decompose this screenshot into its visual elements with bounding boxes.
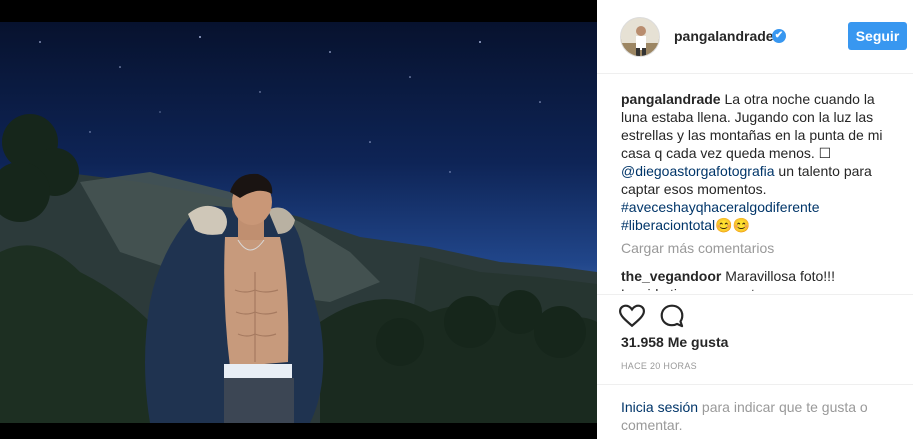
post-timestamp: HACE 20 HORAS	[621, 361, 697, 371]
caption-mention-link[interactable]: @diegoastorgafotografia	[621, 163, 775, 179]
hashtag-link[interactable]: #liberaciontotal😊😊	[621, 216, 891, 234]
comment-username[interactable]: the_vegandoor	[621, 268, 721, 284]
comments-section: pangalandrade La otra noche cuando la lu…	[621, 90, 891, 291]
post-detail-panel: pangalandrade ✔ Seguir pangalandrade La …	[597, 0, 913, 439]
instagram-post-view: pangalandrade ✔ Seguir pangalandrade La …	[0, 0, 913, 439]
hashtag-link[interactable]: #aveceshayqhaceralgodiferente	[621, 198, 891, 216]
login-link[interactable]: Inicia sesión	[621, 399, 698, 415]
post-photo[interactable]	[0, 22, 597, 423]
avatar[interactable]	[620, 17, 660, 57]
follow-button[interactable]: Seguir	[848, 22, 907, 50]
post-author-username[interactable]: pangalandrade	[674, 28, 774, 44]
avatar-person-icon	[621, 18, 659, 56]
load-more-comments-link[interactable]: Cargar más comentarios	[621, 239, 891, 257]
caption-username[interactable]: pangalandrade	[621, 91, 721, 107]
heart-icon[interactable]	[618, 303, 646, 329]
login-prompt: Inicia sesión para indicar que te gusta …	[597, 384, 913, 439]
verified-badge-icon: ✔	[772, 29, 786, 43]
action-bar	[597, 294, 913, 328]
post-header: pangalandrade ✔ Seguir	[597, 0, 913, 74]
comment-item: the_vegandoor Maravillosa foto!!! Permis…	[621, 267, 891, 285]
comment-icon[interactable]	[659, 303, 685, 329]
like-count[interactable]: 31.958 Me gusta	[621, 334, 728, 350]
night-mountain-portrait-illustration	[0, 22, 597, 423]
caption: pangalandrade La otra noche cuando la lu…	[621, 90, 891, 234]
comment-item-truncated: La vida tiene momentos que @thevegandoor	[621, 285, 891, 291]
